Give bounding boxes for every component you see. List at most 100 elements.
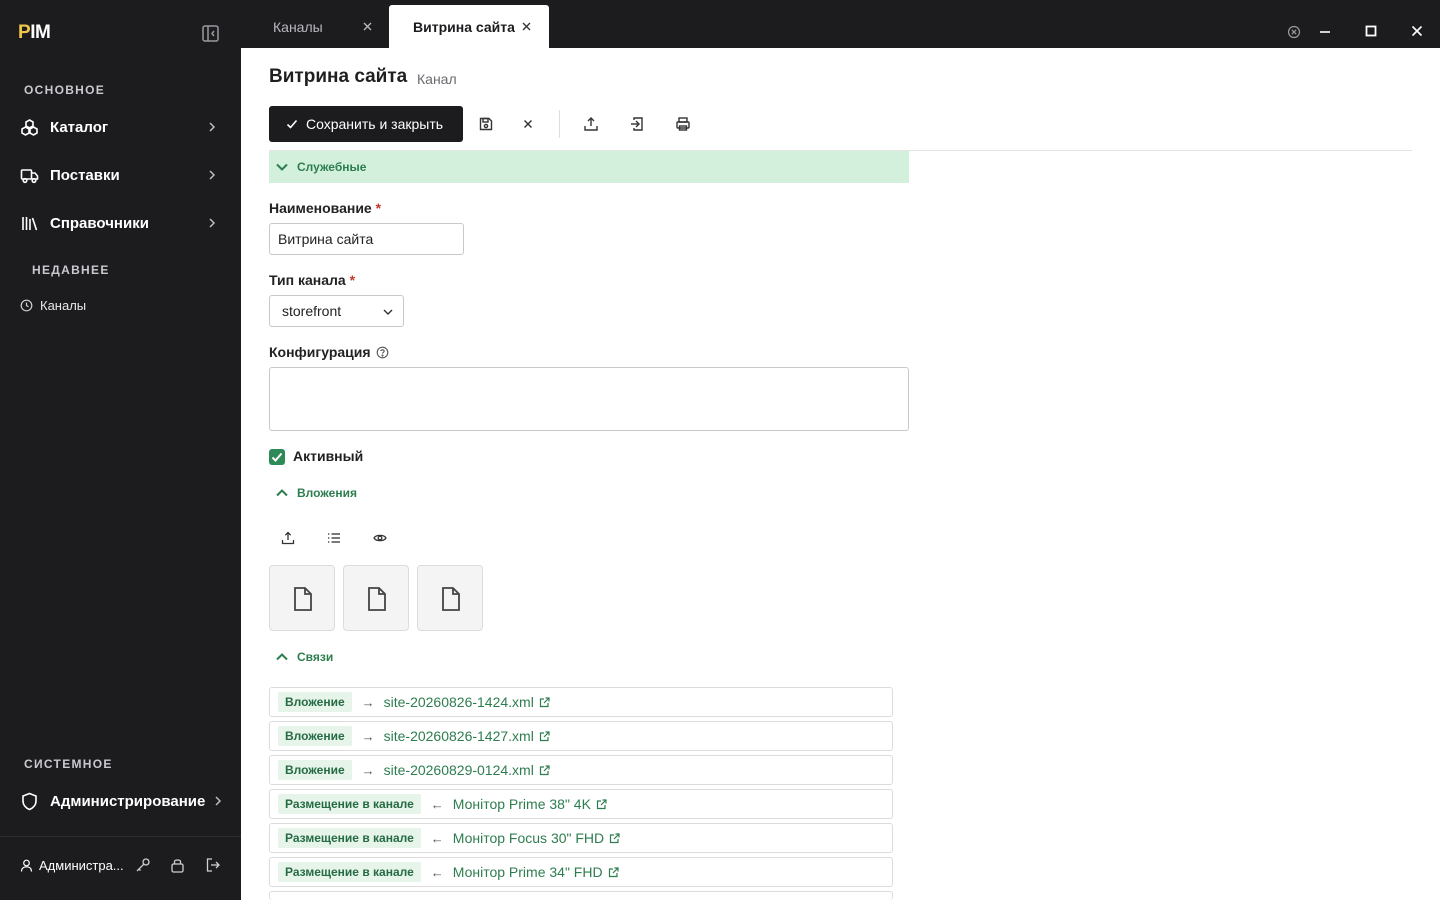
close-tab-icon[interactable]: [521, 21, 532, 32]
section-attachments-header[interactable]: Вложения: [269, 486, 357, 500]
section-title: Вложения: [297, 486, 357, 500]
sidebar-item-administration[interactable]: Администрирование: [0, 781, 241, 821]
external-link-icon[interactable]: [609, 832, 620, 844]
relation-link[interactable]: site-20260826-1427.xml: [384, 728, 534, 744]
import-icon[interactable]: [629, 116, 645, 132]
sidebar-item-deliveries[interactable]: Поставки: [0, 155, 241, 195]
external-link-icon[interactable]: [539, 696, 550, 708]
relation-link[interactable]: site-20260826-1424.xml: [384, 694, 534, 710]
chevron-right-icon: [207, 122, 217, 132]
external-link-icon[interactable]: [596, 798, 607, 810]
relation-type-badge: Размещение в канале: [278, 794, 421, 814]
close-tab-icon[interactable]: [362, 21, 373, 32]
active-label: Активный: [293, 448, 364, 464]
tab-storefront[interactable]: Витрина сайта: [389, 5, 549, 48]
relation-row: Вложение → site-20260826-1424.xml: [269, 687, 893, 717]
truck-icon: [20, 166, 39, 185]
relation-type-badge: Вложение: [278, 692, 352, 712]
close-all-tabs-icon[interactable]: [1287, 25, 1301, 39]
relation-row: [269, 891, 893, 900]
section-relations-header[interactable]: Связи: [269, 650, 333, 664]
relation-row: Вложение → site-20260826-1427.xml: [269, 721, 893, 751]
relation-arrow: →: [361, 694, 375, 710]
sidebar-item-label: Администрирование: [50, 792, 206, 810]
file-icon: [442, 587, 460, 611]
external-link-icon[interactable]: [608, 866, 619, 878]
sidebar-item-label: Поставки: [50, 166, 120, 184]
configuration-textarea[interactable]: [269, 367, 909, 431]
chevron-up-icon: [275, 486, 289, 500]
relation-row: Размещение в канале ← Монітор Prime 34" …: [269, 857, 893, 887]
name-field[interactable]: Витрина сайта: [269, 223, 464, 255]
user-icon: [20, 859, 33, 872]
export-icon[interactable]: [583, 116, 599, 132]
chevron-right-icon: [207, 218, 217, 228]
section-title: Связи: [297, 650, 334, 664]
app-logo[interactable]: PIM: [18, 22, 51, 44]
sidebar-item-directories[interactable]: Справочники: [0, 203, 241, 243]
cubes-icon: [20, 118, 39, 137]
relation-link[interactable]: Монітор Prime 34" FHD: [453, 864, 603, 880]
logout-icon[interactable]: [205, 857, 221, 873]
tab-channels[interactable]: Каналы: [257, 5, 387, 48]
print-icon[interactable]: [675, 116, 691, 132]
relation-row: Вложение → site-20260829-0124.xml: [269, 755, 893, 785]
chevron-right-icon: [207, 170, 217, 180]
maximize-icon[interactable]: [1364, 24, 1378, 38]
lock-icon[interactable]: [170, 857, 185, 873]
relation-arrow: ←: [430, 830, 444, 846]
relation-link[interactable]: Монітор Prime 38" 4K: [453, 796, 591, 812]
sidebar-item-label: Справочники: [50, 214, 149, 232]
key-icon[interactable]: [135, 857, 151, 873]
clock-icon: [20, 299, 33, 312]
relation-type-badge: Размещение в канале: [278, 828, 421, 848]
chevron-up-icon: [275, 650, 289, 664]
list-view-icon[interactable]: [327, 531, 341, 545]
main-area: Каналы Витрина сайта Витрина сайта Канал…: [241, 0, 1440, 900]
relation-type-badge: Размещение в канале: [278, 862, 421, 882]
page-subtitle: Канал: [417, 71, 457, 87]
section-main-heading: ОСНОВНОЕ: [24, 83, 106, 97]
preview-eye-icon[interactable]: [373, 531, 387, 545]
sidebar: PIM ОСНОВНОЕ Каталог Поставки Справочник…: [0, 0, 241, 900]
file-icon: [368, 587, 386, 611]
section-title: Служебные: [297, 160, 367, 174]
section-service-header[interactable]: Служебные: [269, 151, 909, 183]
tab-label: Витрина сайта: [413, 18, 515, 35]
cancel-icon[interactable]: [520, 116, 536, 132]
check-icon: [286, 118, 298, 130]
toolbar-divider: [559, 110, 560, 138]
collapse-sidebar-icon[interactable]: [201, 24, 220, 43]
sidebar-item-catalog[interactable]: Каталог: [0, 107, 241, 147]
channel-type-select[interactable]: storefront: [269, 295, 404, 327]
active-checkbox[interactable]: [269, 449, 285, 465]
chevron-right-icon: [213, 796, 223, 806]
file-icon: [294, 587, 312, 611]
save-icon[interactable]: [478, 116, 494, 132]
configuration-label: Конфигурация: [269, 344, 389, 360]
shield-icon: [20, 792, 39, 811]
external-link-icon[interactable]: [539, 730, 550, 742]
user-name[interactable]: Администра...: [39, 858, 124, 873]
channel-type-label: Тип канала *: [269, 272, 356, 288]
help-icon[interactable]: [376, 346, 389, 359]
external-link-icon[interactable]: [539, 764, 550, 776]
relation-link[interactable]: Монітор Focus 30" FHD: [453, 830, 604, 846]
relation-row: Размещение в канале ← Монітор Prime 38" …: [269, 789, 893, 819]
section-recent-heading: НЕДАВНЕЕ: [32, 263, 110, 277]
library-icon: [20, 214, 39, 233]
relation-type-badge: Вложение: [278, 726, 352, 746]
minimize-icon[interactable]: [1318, 24, 1332, 38]
relation-arrow: →: [361, 762, 375, 778]
save-and-close-button[interactable]: Сохранить и закрыть: [269, 106, 463, 142]
chevron-down-icon: [382, 306, 394, 318]
upload-icon[interactable]: [281, 531, 295, 545]
attachment-thumbnail[interactable]: [269, 565, 335, 631]
attachment-thumbnail[interactable]: [417, 565, 483, 631]
relation-link[interactable]: site-20260829-0124.xml: [384, 762, 534, 778]
close-window-icon[interactable]: [1410, 24, 1424, 38]
recent-item-channels[interactable]: Каналы: [20, 298, 86, 313]
name-label: Наименование *: [269, 200, 382, 216]
recent-item-label: Каналы: [40, 298, 87, 313]
attachment-thumbnail[interactable]: [343, 565, 409, 631]
